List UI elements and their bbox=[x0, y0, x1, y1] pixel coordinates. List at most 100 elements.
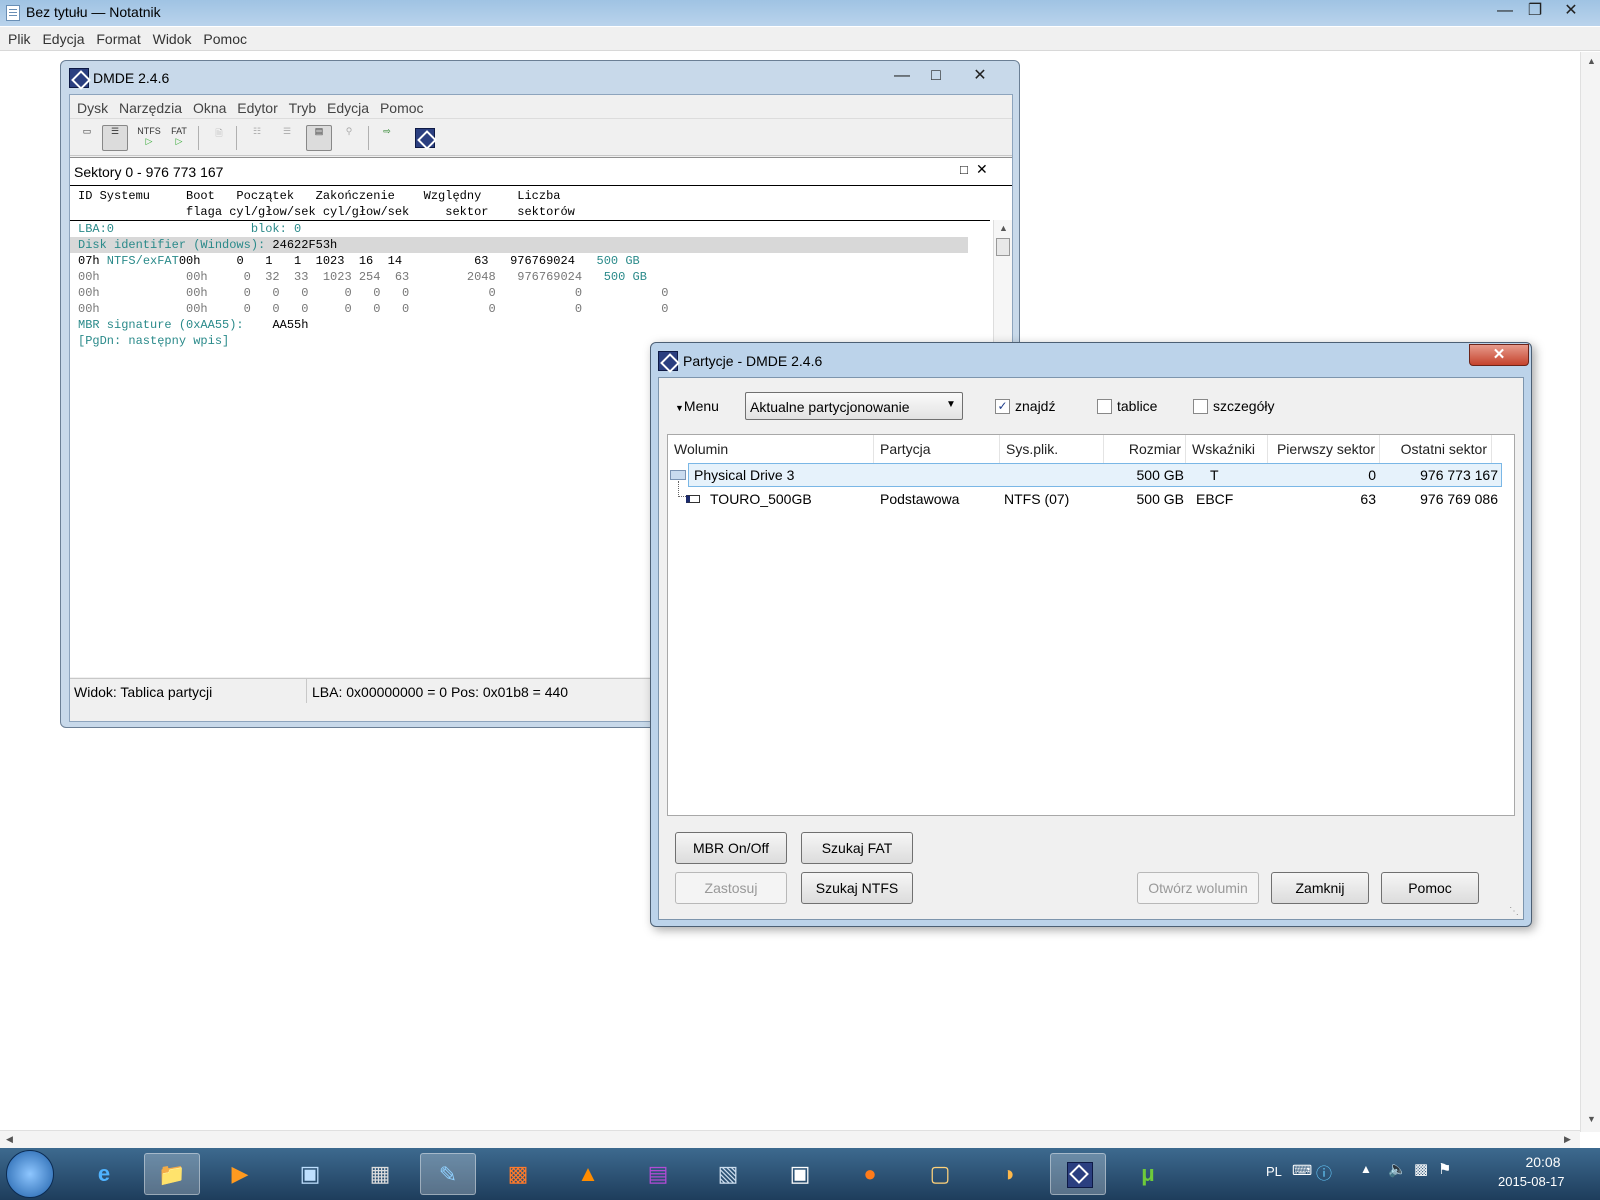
system-tray: PL ⌨ ⓘ ▲ 🔈 ▩ ⚑ 20:08 2015-08-17 bbox=[1262, 1148, 1600, 1200]
vlc-icon[interactable]: ▲ bbox=[560, 1153, 616, 1195]
table-view-icon[interactable]: ▤ bbox=[306, 125, 332, 151]
help-button[interactable]: Pomoc bbox=[1381, 872, 1479, 904]
language-indicator[interactable]: PL bbox=[1266, 1164, 1282, 1179]
menu-edycja[interactable]: Edycja bbox=[320, 95, 369, 116]
resize-grip-icon[interactable]: ⋱ bbox=[1509, 906, 1519, 917]
start-button-icon[interactable] bbox=[6, 1150, 54, 1198]
menu-format[interactable]: Format bbox=[88, 27, 140, 47]
office-icon[interactable]: ▩ bbox=[490, 1153, 546, 1195]
search-view-icon[interactable]: ⚲ bbox=[336, 125, 362, 151]
dialog-close-icon[interactable]: ✕ bbox=[1469, 344, 1529, 366]
menu-narzedzia[interactable]: Narzędzia bbox=[112, 95, 182, 116]
col-volume[interactable]: Wolumin bbox=[668, 435, 874, 463]
new-file-icon[interactable]: 🗎 bbox=[206, 125, 232, 151]
calculator-icon[interactable]: ▦ bbox=[352, 1153, 408, 1195]
partitions-icon[interactable]: ☰ bbox=[102, 125, 128, 151]
clock-time[interactable]: 20:08 bbox=[1518, 1154, 1568, 1170]
dmde-close-icon[interactable]: ✕ bbox=[965, 65, 995, 87]
fat-scan-button[interactable]: FAT ▷ bbox=[166, 125, 192, 151]
list-view-icon[interactable]: ☰ bbox=[274, 125, 300, 151]
help-icon[interactable]: ⓘ bbox=[1316, 1160, 1332, 1184]
network-tray-icon[interactable]: ▩ bbox=[1414, 1160, 1428, 1178]
col-filesystem[interactable]: Sys.plik. bbox=[1000, 435, 1104, 463]
firefox-icon[interactable]: ● bbox=[842, 1153, 898, 1195]
menu-tryb[interactable]: Tryb bbox=[282, 95, 316, 116]
media-player-icon[interactable]: ▶ bbox=[212, 1153, 268, 1195]
scroll-down-icon[interactable]: ▼ bbox=[1587, 1114, 1596, 1124]
keyboard-icon[interactable]: ⌨ bbox=[1292, 1162, 1312, 1179]
drive-icon[interactable]: ▭ bbox=[74, 125, 100, 151]
partition-row[interactable]: Physical Drive 3 500 GB T 0 976 773 167 bbox=[668, 463, 1514, 487]
menu-edytor[interactable]: Edytor bbox=[230, 95, 277, 116]
action-center-flag-icon[interactable]: ⚑ bbox=[1438, 1160, 1451, 1178]
row-size: 500 GB bbox=[1136, 467, 1184, 483]
notepad-titlebar[interactable]: Bez tytułu — Notatnik — ❐ ✕ bbox=[0, 0, 1600, 26]
dmde-logo-icon bbox=[69, 68, 89, 88]
scroll-up-icon[interactable]: ▲ bbox=[1587, 56, 1596, 66]
col-first-sector[interactable]: Pierwszy sektor bbox=[1268, 435, 1380, 463]
menu-widok[interactable]: Widok bbox=[145, 27, 192, 47]
dmde-maximize-icon[interactable]: □ bbox=[921, 65, 951, 87]
apply-button[interactable]: Zastosuj bbox=[675, 872, 787, 904]
ntfs-scan-button[interactable]: NTFS ▷ bbox=[136, 125, 162, 151]
menu-dysk[interactable]: Dysk bbox=[70, 95, 108, 116]
checkbox-tables[interactable] bbox=[1097, 399, 1112, 414]
utorrent-icon[interactable]: μ bbox=[1120, 1153, 1176, 1195]
paint-icon[interactable]: ◑ bbox=[980, 1153, 1036, 1195]
dmde-taskbar-icon[interactable] bbox=[1050, 1153, 1106, 1195]
col-flags[interactable]: Wskaźniki bbox=[1186, 435, 1268, 463]
menu-edycja[interactable]: Edycja bbox=[34, 27, 84, 47]
scroll-up-icon[interactable]: ▲ bbox=[999, 223, 1008, 233]
menu-button[interactable]: ▼Menu bbox=[675, 398, 719, 414]
partitions-list[interactable]: Wolumin Partycja Sys.plik. Rozmiar Wskaź… bbox=[667, 434, 1515, 816]
close-icon[interactable]: ✕ bbox=[1556, 0, 1586, 22]
show-hidden-icons-icon[interactable]: ▲ bbox=[1360, 1162, 1372, 1176]
notepad-vertical-scrollbar[interactable]: ▲ ▼ bbox=[1580, 52, 1600, 1132]
pane-maximize-icon[interactable]: □ bbox=[960, 162, 968, 177]
network-icon[interactable]: ▣ bbox=[282, 1153, 338, 1195]
disk-identifier-label: Disk identifier (Windows): bbox=[78, 238, 266, 252]
menu-plik[interactable]: Plik bbox=[0, 27, 31, 47]
search-fat-button[interactable]: Szukaj FAT bbox=[801, 832, 913, 864]
scroll-left-icon[interactable]: ◀ bbox=[6, 1134, 13, 1145]
mbr-onoff-button[interactable]: MBR On/Off bbox=[675, 832, 787, 864]
partitioning-dropdown[interactable]: Aktualne partycjonowanie ▼ bbox=[745, 392, 963, 420]
computer-icon[interactable]: ▧ bbox=[700, 1153, 756, 1195]
partition-row[interactable]: TOURO_500GB Podstawowa NTFS (07) 500 GB … bbox=[668, 481, 1514, 511]
dmde-about-icon[interactable] bbox=[412, 125, 438, 151]
menu-pomoc[interactable]: Pomoc bbox=[373, 95, 424, 116]
open-volume-button[interactable]: Otwórz wolumin bbox=[1137, 872, 1259, 904]
restore-icon[interactable]: ❐ bbox=[1520, 0, 1550, 22]
col-last-sector[interactable]: Ostatni sektor bbox=[1380, 435, 1492, 463]
notepad-horizontal-scrollbar[interactable]: ◀ ▶ bbox=[0, 1130, 1580, 1148]
dmde-minimize-icon[interactable]: — bbox=[887, 65, 917, 87]
tree-view-icon[interactable]: ☷ bbox=[244, 125, 270, 151]
scroll-right-icon[interactable]: ▶ bbox=[1564, 1134, 1571, 1145]
menu-pomoc[interactable]: Pomoc bbox=[195, 27, 247, 47]
partition-table-text[interactable]: ID Systemu Boot Początek Zakończenie Wzg… bbox=[70, 188, 990, 349]
checkbox-details[interactable] bbox=[1193, 399, 1208, 414]
sectors-pane-title: Sektory 0 - 976 773 167 bbox=[74, 164, 224, 180]
clock-date[interactable]: 2015-08-17 bbox=[1498, 1174, 1565, 1189]
scroll-thumb[interactable] bbox=[996, 238, 1010, 256]
file-explorer-icon[interactable]: 📁 bbox=[144, 1153, 200, 1195]
winrar-icon[interactable]: ▤ bbox=[630, 1153, 686, 1195]
folder-photos-icon[interactable]: ▢ bbox=[912, 1153, 968, 1195]
menu-okna[interactable]: Okna bbox=[186, 95, 226, 116]
notepad-taskbar-icon[interactable]: ✎ bbox=[420, 1153, 476, 1195]
volume-icon[interactable]: 🔈 bbox=[1388, 1160, 1407, 1178]
col-partition[interactable]: Partycja bbox=[874, 435, 1000, 463]
row-first-sector: 63 bbox=[1360, 491, 1376, 507]
floppy-disk-icon[interactable]: ▣ bbox=[772, 1153, 828, 1195]
close-button[interactable]: Zamknij bbox=[1271, 872, 1369, 904]
copy-sectors-icon[interactable]: ⇨ bbox=[374, 125, 400, 151]
pane-close-icon[interactable]: ✕ bbox=[976, 161, 988, 178]
checkbox-find[interactable]: ✓ bbox=[995, 399, 1010, 414]
checkbox-find-label: znajdź bbox=[1015, 398, 1056, 414]
column-header-line1: ID Systemu Boot Początek Zakończenie Wzg… bbox=[78, 189, 561, 203]
search-ntfs-button[interactable]: Szukaj NTFS bbox=[801, 872, 913, 904]
col-size[interactable]: Rozmiar bbox=[1104, 435, 1186, 463]
internet-explorer-icon[interactable]: e bbox=[76, 1153, 132, 1195]
minimize-icon[interactable]: — bbox=[1490, 0, 1520, 22]
partition-icon bbox=[686, 495, 700, 503]
